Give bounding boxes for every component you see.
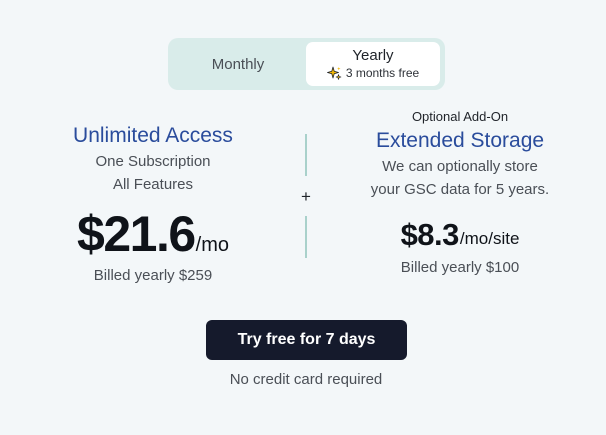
- divider-top: [305, 134, 307, 176]
- yearly-option[interactable]: Yearly 3 months free: [306, 42, 440, 86]
- billing-toggle: Monthly Yearly 3 months free: [168, 38, 445, 90]
- plan-title: Unlimited Access: [73, 124, 233, 147]
- addon-price-amount: $8.3: [400, 217, 460, 252]
- addon-column: Optional Add-On Extended Storage We can …: [344, 108, 576, 278]
- yearly-promo: 3 months free: [326, 65, 420, 81]
- plan-billed: Billed yearly $259: [93, 267, 213, 284]
- sparkle-icon: [326, 66, 342, 81]
- plan-price-unit: /mo: [195, 234, 229, 256]
- plus-sign: +: [301, 187, 311, 206]
- monthly-option[interactable]: Monthly: [168, 38, 308, 90]
- plan-price: $21.6 /mo: [40, 206, 266, 262]
- addon-desc-line1: We can optionally store: [382, 158, 538, 175]
- yearly-promo-text: 3 months free: [345, 66, 420, 80]
- plan-desc-line1: One Subscription: [95, 153, 211, 170]
- plan-price-amount: $21.6: [77, 206, 196, 262]
- monthly-label: Monthly: [211, 55, 265, 73]
- plan-column: Unlimited Access One Subscription All Fe…: [40, 122, 266, 286]
- no-credit-card-note: No credit card required: [229, 371, 383, 388]
- divider-bottom: [305, 216, 307, 258]
- addon-billed: Billed yearly $100: [400, 259, 520, 276]
- addon-desc-line2: your GSC data for 5 years.: [370, 181, 550, 198]
- try-free-label: Try free for 7 days: [237, 331, 376, 348]
- addon-price-unit: /mo/site: [459, 229, 520, 248]
- addon-badge: Optional Add-On: [411, 109, 509, 124]
- plan-desc-line2: All Features: [112, 176, 194, 193]
- yearly-label: Yearly: [352, 47, 394, 64]
- try-free-button[interactable]: Try free for 7 days: [206, 320, 407, 360]
- addon-title: Extended Storage: [375, 129, 545, 152]
- addon-price: $8.3 /mo/site: [344, 217, 576, 253]
